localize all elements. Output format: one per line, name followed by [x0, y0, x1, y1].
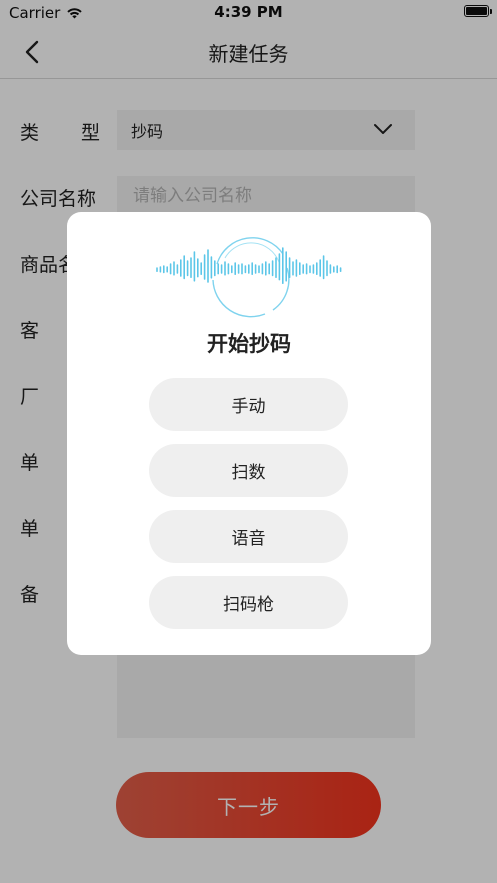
scan-count-option-button[interactable]: 扫数 [149, 444, 348, 497]
scan-mode-dialog: 开始抄码 手动 扫数 语音 扫码枪 [67, 212, 431, 655]
dialog-title: 开始抄码 [207, 332, 291, 356]
manual-option-button[interactable]: 手动 [149, 378, 348, 431]
voice-waveform-icon [156, 237, 342, 318]
voice-option-button[interactable]: 语音 [149, 510, 348, 563]
new-task-screen: Carrier 4:39 PM 新建任务 类 型 抄码 公司名称 请输入公司名称… [0, 0, 497, 883]
scanner-gun-option-button[interactable]: 扫码枪 [149, 576, 348, 629]
